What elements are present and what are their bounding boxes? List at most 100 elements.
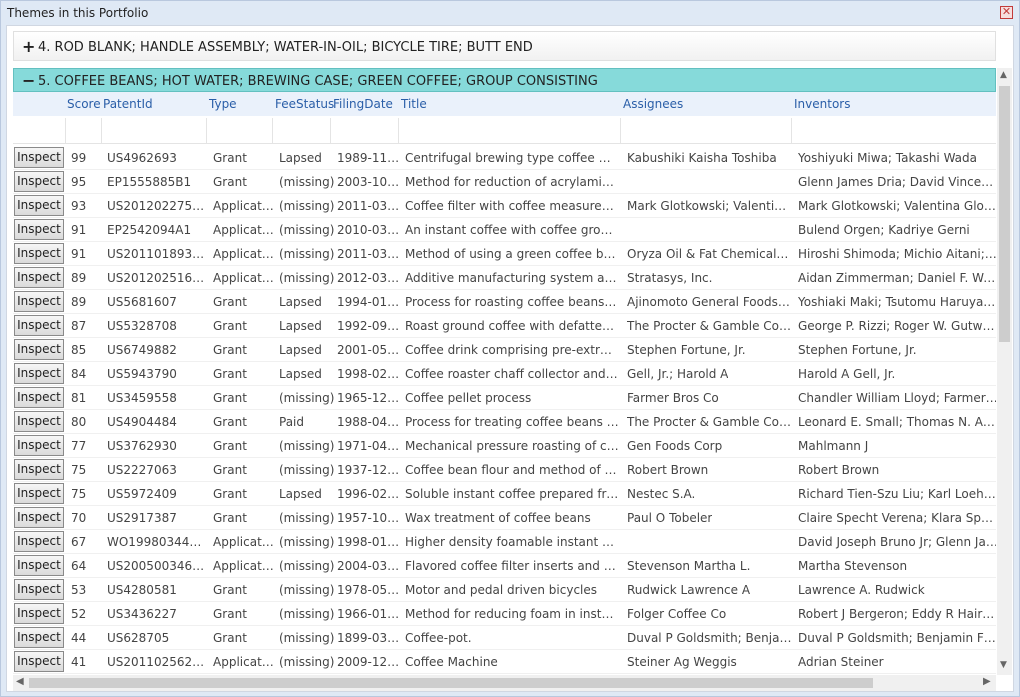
table-row[interactable]: Inspect91EP2542094A1Application(missing)…: [13, 218, 996, 242]
filter-cell[interactable]: [273, 118, 331, 144]
cell-assignees: Stevenson Martha L.: [627, 559, 750, 573]
vertical-scrollbar[interactable]: ▲ ▼: [997, 68, 1012, 675]
cell-assignees: Kabushiki Kaisha Toshiba: [627, 151, 777, 165]
table-row[interactable]: Inspect44US628705Grant(missing)1899-03-1…: [13, 626, 996, 650]
cell-feestatus: (missing): [279, 583, 334, 597]
inspect-button[interactable]: Inspect: [14, 435, 64, 456]
filter-cell[interactable]: [621, 118, 792, 144]
table-row[interactable]: Inspect75US5972409GrantLapsed1996-02-06S…: [13, 482, 996, 506]
cell-patentid: US3459558: [107, 391, 177, 405]
column-header-feestatus[interactable]: FeeStatus: [275, 97, 334, 111]
cell-type: Grant: [213, 415, 247, 429]
inspect-button[interactable]: Inspect: [14, 339, 64, 360]
inspect-button[interactable]: Inspect: [14, 555, 64, 576]
filter-cell[interactable]: [102, 118, 207, 144]
table-row[interactable]: Inspect52US3436227Grant(missing)1966-01-…: [13, 602, 996, 626]
vertical-scroll-thumb[interactable]: [999, 86, 1010, 342]
cell-score: 64: [71, 559, 86, 573]
cell-feestatus: (missing): [279, 271, 334, 285]
table-row[interactable]: Inspect80US4904484GrantPaid1988-04-11Pro…: [13, 410, 996, 434]
column-header-filingdate[interactable]: FilingDate: [333, 97, 393, 111]
column-header-inventors[interactable]: Inventors: [794, 97, 850, 111]
grid-filter-row[interactable]: [13, 118, 996, 144]
table-row[interactable]: Inspect70US2917387Grant(missing)1957-10-…: [13, 506, 996, 530]
filter-cell[interactable]: [331, 118, 399, 144]
inspect-button[interactable]: Inspect: [14, 579, 64, 600]
inspect-button[interactable]: Inspect: [14, 219, 64, 240]
table-row[interactable]: Inspect64US20050034607Application(missin…: [13, 554, 996, 578]
inspect-button[interactable]: Inspect: [14, 363, 64, 384]
inspect-button[interactable]: Inspect: [14, 171, 64, 192]
table-row[interactable]: Inspect99US4962693GrantLapsed1989-11-01C…: [13, 146, 996, 170]
inspect-button[interactable]: Inspect: [14, 267, 64, 288]
collapse-icon[interactable]: −: [22, 71, 35, 90]
cell-type: Grant: [213, 487, 247, 501]
cell-title: Coffee-pot.: [405, 631, 472, 645]
table-row[interactable]: Inspect84US5943790GrantLapsed1998-02-25C…: [13, 362, 996, 386]
inspect-button[interactable]: Inspect: [14, 627, 64, 648]
table-row[interactable]: Inspect93US20120227590Application(missin…: [13, 194, 996, 218]
table-row[interactable]: Inspect81US3459558Grant(missing)1965-12-…: [13, 386, 996, 410]
horizontal-scrollbar[interactable]: ◀ ▶: [13, 675, 996, 691]
theme-expander-4[interactable]: + 4. ROD BLANK; HANDLE ASSEMBLY; WATER-I…: [13, 31, 996, 61]
inspect-button[interactable]: Inspect: [14, 651, 64, 672]
cell-filingdate: 1966-01-03: [337, 607, 401, 621]
scroll-right-icon[interactable]: ▶: [983, 676, 991, 687]
filter-cell[interactable]: [207, 118, 273, 144]
cell-patentid: US5681607: [107, 295, 177, 309]
column-header-assignees[interactable]: Assignees: [623, 97, 683, 111]
cell-feestatus: (missing): [279, 559, 334, 573]
cell-assignees: Paul O Tobeler: [627, 511, 712, 525]
cell-patentid: US20120227590: [107, 199, 207, 213]
scroll-up-icon[interactable]: ▲: [1000, 70, 1007, 80]
column-header-score[interactable]: Score: [67, 97, 101, 111]
inspect-button[interactable]: Inspect: [14, 531, 64, 552]
table-row[interactable]: Inspect53US4280581Grant(missing)1978-05-…: [13, 578, 996, 602]
table-row[interactable]: Inspect91US20110189313Application(missin…: [13, 242, 996, 266]
table-row[interactable]: Inspect95EP1555885B1Grant(missing)2003-1…: [13, 170, 996, 194]
cell-inventors: Lawrence A. Rudwick: [798, 583, 925, 597]
cell-score: 67: [71, 535, 86, 549]
cell-title: Motor and pedal driven bicycles: [405, 583, 597, 597]
cell-inventors: Claire Specht Verena; Klara Specht: [798, 511, 996, 525]
inspect-button[interactable]: Inspect: [14, 387, 64, 408]
inspect-button[interactable]: Inspect: [14, 483, 64, 504]
theme-label: 5. COFFEE BEANS; HOT WATER; BREWING CASE…: [38, 74, 598, 89]
inspect-button[interactable]: Inspect: [14, 411, 64, 432]
scroll-left-icon[interactable]: ◀: [16, 676, 24, 687]
table-row[interactable]: Inspect75US2227063Grant(missing)1937-12-…: [13, 458, 996, 482]
column-header-title[interactable]: Title: [401, 97, 427, 111]
table-row[interactable]: Inspect41US20110256289Application(missin…: [13, 650, 996, 674]
table-row[interactable]: Inspect89US5681607GrantLapsed1994-01-28P…: [13, 290, 996, 314]
close-icon[interactable]: ✕: [1000, 6, 1013, 19]
cell-assignees: Ajinomoto General Foods, Inc.: [627, 295, 792, 309]
inspect-button[interactable]: Inspect: [14, 603, 64, 624]
filter-cell[interactable]: [66, 118, 102, 144]
cell-feestatus: Lapsed: [279, 151, 322, 165]
cell-patentid: US5943790: [107, 367, 177, 381]
inspect-button[interactable]: Inspect: [14, 195, 64, 216]
expand-icon[interactable]: +: [22, 37, 35, 56]
inspect-button[interactable]: Inspect: [14, 315, 64, 336]
cell-score: 93: [71, 199, 86, 213]
cell-assignees: Robert Brown: [627, 463, 708, 477]
horizontal-scroll-thumb[interactable]: [29, 678, 873, 688]
inspect-button[interactable]: Inspect: [14, 291, 64, 312]
table-row[interactable]: Inspect77US3762930Grant(missing)1971-04-…: [13, 434, 996, 458]
scroll-down-icon[interactable]: ▼: [1000, 660, 1007, 670]
inspect-button[interactable]: Inspect: [14, 147, 64, 168]
inspect-button[interactable]: Inspect: [14, 243, 64, 264]
theme-expander-5[interactable]: − 5. COFFEE BEANS; HOT WATER; BREWING CA…: [13, 68, 996, 92]
table-row[interactable]: Inspect87US5328708GrantLapsed1992-09-18R…: [13, 314, 996, 338]
column-header-patentid[interactable]: PatentId: [103, 97, 153, 111]
filter-cell[interactable]: [399, 118, 621, 144]
table-row[interactable]: Inspect67WO1998034495A1Application(missi…: [13, 530, 996, 554]
cell-type: Grant: [213, 175, 247, 189]
table-row[interactable]: Inspect85US6749882GrantLapsed2001-05-17C…: [13, 338, 996, 362]
filter-cell[interactable]: [13, 118, 66, 144]
cell-type: Application: [213, 199, 275, 213]
table-row[interactable]: Inspect89US20120251688Application(missin…: [13, 266, 996, 290]
inspect-button[interactable]: Inspect: [14, 507, 64, 528]
inspect-button[interactable]: Inspect: [14, 459, 64, 480]
column-header-type[interactable]: Type: [209, 97, 237, 111]
